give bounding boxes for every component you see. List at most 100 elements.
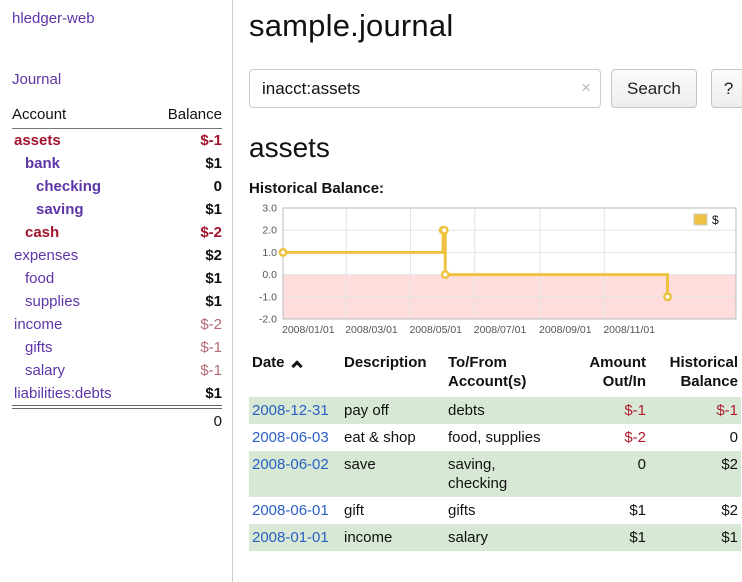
accounts-total-spacer	[12, 407, 148, 433]
account-name-cell: salary	[12, 359, 148, 382]
account-link-expenses[interactable]: expenses	[14, 247, 78, 264]
txn-amount-cell: $1	[565, 524, 649, 551]
svg-text:1.0: 1.0	[262, 247, 277, 259]
account-row: gifts $-1	[12, 336, 222, 359]
account-link-checking[interactable]: checking	[36, 178, 101, 195]
account-balance: $1	[148, 198, 222, 221]
account-balance: $1	[148, 152, 222, 175]
transaction-row[interactable]: 2008-12-31pay offdebts$-1$-1	[249, 397, 741, 424]
account-name-cell: liabilities:debts	[12, 382, 148, 407]
txn-date-link[interactable]: 2008-06-01	[252, 502, 329, 519]
app-title-link[interactable]: hledger-web	[12, 10, 222, 27]
transaction-row[interactable]: 2008-06-01giftgifts$1$2	[249, 497, 741, 524]
account-link-gifts[interactable]: gifts	[25, 339, 53, 356]
svg-text:2008/07/01: 2008/07/01	[474, 324, 527, 336]
accounts-header-row: Account Balance	[12, 104, 222, 129]
txn-description-cell: save	[341, 451, 445, 497]
txn-date-link[interactable]: 2008-06-02	[252, 456, 329, 473]
txn-accounts-cell: salary	[445, 524, 565, 551]
svg-text:3.0: 3.0	[262, 203, 277, 215]
txn-date-link[interactable]: 2008-01-01	[252, 529, 329, 546]
account-link-assets[interactable]: assets	[14, 132, 61, 149]
account-name-cell: income	[12, 313, 148, 336]
legend-label: $	[712, 213, 719, 227]
account-link-liabilities-debts[interactable]: liabilities:debts	[14, 385, 112, 402]
account-name-cell: gifts	[12, 336, 148, 359]
txn-date-cell: 2008-06-01	[249, 497, 341, 524]
transaction-row[interactable]: 2008-06-03eat & shopfood, supplies$-20	[249, 424, 741, 451]
txn-balance-cell: $1	[649, 524, 741, 551]
accounts-total-row: 0	[12, 407, 222, 433]
column-header-balance: Historical Balance	[649, 351, 741, 397]
account-link-supplies[interactable]: supplies	[25, 293, 80, 310]
account-name-cell: supplies	[12, 290, 148, 313]
txn-amount-cell: $-2	[565, 424, 649, 451]
account-balance: $1	[148, 290, 222, 313]
svg-text:-1.0: -1.0	[259, 291, 277, 303]
accounts-header-balance: Balance	[148, 104, 222, 129]
transaction-row[interactable]: 2008-01-01incomesalary$1$1	[249, 524, 741, 551]
hledger-web-app: hledger-web Journal Account Balance asse…	[0, 0, 742, 582]
account-row: checking0	[12, 175, 222, 198]
account-balance: $2	[148, 244, 222, 267]
txn-date-link[interactable]: 2008-12-31	[252, 402, 329, 419]
txn-description-cell: pay off	[341, 397, 445, 424]
accounts-total-balance: 0	[148, 407, 222, 433]
account-link-salary[interactable]: salary	[25, 362, 65, 379]
search-button[interactable]: Search	[611, 69, 697, 108]
transactions-header-row: Date Description To/From Account(s) Amou…	[249, 351, 741, 397]
legend-swatch	[694, 214, 707, 225]
search-input[interactable]	[249, 69, 601, 108]
help-button[interactable]: ?	[711, 69, 742, 108]
svg-text:2008/11/01: 2008/11/01	[603, 324, 655, 336]
chart-legend: $	[690, 211, 732, 229]
txn-balance-cell: $2	[649, 451, 741, 497]
svg-text:2008/03/01: 2008/03/01	[345, 324, 398, 336]
transaction-row[interactable]: 2008-06-02savesaving, checking0$2	[249, 451, 741, 497]
svg-text:0.0: 0.0	[262, 269, 277, 281]
account-balance: $-2	[148, 313, 222, 336]
account-row: assets $-1	[12, 129, 222, 153]
account-link-saving[interactable]: saving	[36, 201, 84, 218]
account-name-cell: assets	[12, 129, 148, 153]
account-name-cell: expenses	[12, 244, 148, 267]
account-heading: assets	[249, 132, 742, 164]
sort-ascending-icon	[291, 360, 302, 371]
svg-text:2.0: 2.0	[262, 225, 277, 237]
account-name-cell: food	[12, 267, 148, 290]
account-name-cell: cash	[12, 221, 148, 244]
data-point-marker	[664, 294, 670, 300]
historical-balance-chart[interactable]: -2.0-1.00.01.02.03.02008/01/012008/03/01…	[249, 203, 741, 341]
account-name-cell: saving	[12, 198, 148, 221]
txn-amount-cell: $-1	[565, 397, 649, 424]
txn-date-link[interactable]: 2008-06-03	[252, 429, 329, 446]
account-balance: $-2	[148, 221, 222, 244]
account-link-income[interactable]: income	[14, 316, 62, 333]
clear-search-icon[interactable]: ×	[581, 79, 591, 97]
data-point-marker	[441, 227, 447, 233]
txn-description-cell: eat & shop	[341, 424, 445, 451]
txn-description-cell: income	[341, 524, 445, 551]
txn-amount-cell: $1	[565, 497, 649, 524]
svg-text:2008/09/01: 2008/09/01	[539, 324, 592, 336]
account-row: food$1	[12, 267, 222, 290]
account-balance: $-1	[148, 129, 222, 153]
account-link-bank[interactable]: bank	[25, 155, 60, 172]
account-link-cash[interactable]: cash	[25, 224, 59, 241]
account-name-cell: bank	[12, 152, 148, 175]
account-row: bank $1	[12, 152, 222, 175]
column-header-date[interactable]: Date	[249, 351, 341, 397]
sidebar-item-journal[interactable]: Journal	[12, 71, 222, 88]
txn-balance-cell: 0	[649, 424, 741, 451]
account-balance: $-1	[148, 336, 222, 359]
account-link-food[interactable]: food	[25, 270, 54, 287]
sidebar: hledger-web Journal Account Balance asse…	[0, 0, 233, 582]
accounts-table: Account Balance assets$-1bank$1checking0…	[12, 104, 222, 433]
txn-date-cell: 2008-06-03	[249, 424, 341, 451]
date-header-label: Date	[252, 354, 285, 371]
account-row: cash $-2	[12, 221, 222, 244]
txn-date-cell: 2008-06-02	[249, 451, 341, 497]
chart-title: Historical Balance:	[249, 180, 742, 197]
column-header-description: Description	[341, 351, 445, 397]
page-title: sample.journal	[249, 8, 742, 44]
